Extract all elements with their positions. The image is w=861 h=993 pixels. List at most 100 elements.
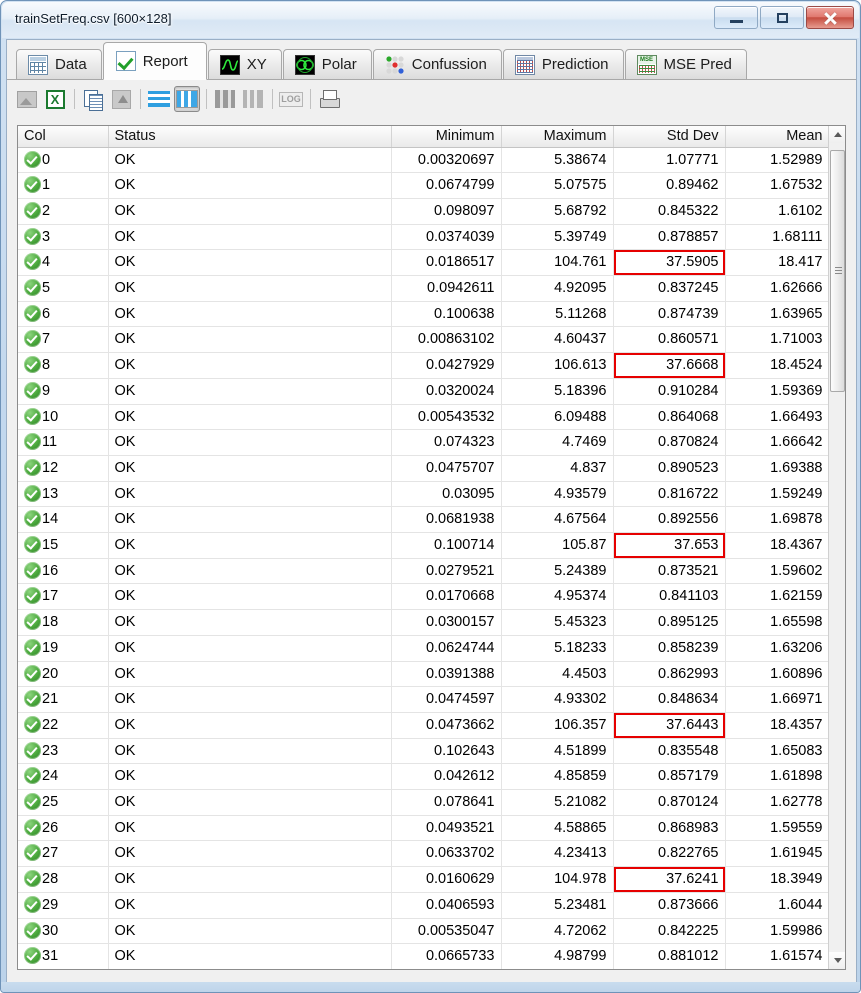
table-row[interactable]: 16 OK 0.0279521 5.24389 0.873521 1.59602 bbox=[18, 558, 829, 585]
table-row[interactable]: 20 OK 0.0391388 4.4503 0.862993 1.60896 bbox=[18, 661, 829, 688]
column-header-status[interactable]: Status bbox=[108, 126, 392, 148]
table-row[interactable]: 21 OK 0.0474597 4.93302 0.848634 1.66971 bbox=[18, 686, 829, 713]
tab-polar[interactable]: Polar bbox=[282, 49, 372, 80]
polar-plot-icon bbox=[294, 54, 315, 75]
table-row[interactable]: 10 OK 0.00543532 6.09488 0.864068 1.66493 bbox=[18, 404, 829, 431]
tab-xy[interactable]: XY bbox=[207, 49, 282, 80]
table-row[interactable]: 5 OK 0.0942611 4.92095 0.837245 1.62666 bbox=[18, 275, 829, 302]
title-bar[interactable]: trainSetFreq.csv [600×128] bbox=[1, 1, 860, 38]
cell-minimum: 0.0320024 bbox=[391, 378, 502, 405]
tab-data[interactable]: Data bbox=[16, 49, 102, 80]
table-row[interactable]: 9 OK 0.0320024 5.18396 0.910284 1.59369 bbox=[18, 378, 829, 405]
table-row[interactable]: 23 OK 0.102643 4.51899 0.835548 1.65083 bbox=[18, 738, 829, 765]
cell-minimum: 0.042612 bbox=[391, 763, 502, 791]
export-image-button[interactable] bbox=[14, 86, 40, 112]
table-row[interactable]: 17 OK 0.0170668 4.95374 0.841103 1.62159 bbox=[18, 583, 829, 611]
print-button[interactable] bbox=[316, 86, 342, 112]
cell-status: OK bbox=[108, 609, 392, 636]
column-header-maximum[interactable]: Maximum bbox=[501, 126, 614, 148]
cell-mean: 1.66642 bbox=[725, 429, 829, 456]
table-row[interactable]: 19 OK 0.0624744 5.18233 0.858239 1.63206 bbox=[18, 635, 829, 662]
table-row[interactable]: 30 OK 0.00535047 4.72062 0.842225 1.59986 bbox=[18, 918, 829, 945]
export-excel-button[interactable]: X bbox=[42, 86, 68, 112]
cell-maximum: 4.51899 bbox=[501, 738, 614, 765]
cell-minimum: 0.078641 bbox=[391, 789, 502, 816]
scroll-up-button[interactable] bbox=[829, 126, 845, 143]
paste-button[interactable] bbox=[108, 86, 134, 112]
column-header-col[interactable]: Col bbox=[18, 126, 109, 148]
cell-maximum: 5.18233 bbox=[501, 635, 614, 662]
table-row[interactable]: 22 OK 0.0473662 106.357 37.6443 18.4357 bbox=[18, 712, 829, 739]
cell-stddev: 0.870824 bbox=[613, 429, 726, 456]
green-check-icon bbox=[24, 715, 41, 733]
cell-col: 19 bbox=[18, 635, 109, 662]
table-row[interactable]: 18 OK 0.0300157 5.45323 0.895125 1.65598 bbox=[18, 609, 829, 636]
column-header-mean[interactable]: Mean bbox=[725, 126, 829, 148]
split-columns-icon bbox=[243, 90, 263, 108]
cell-stddev-text: 37.6668 bbox=[666, 357, 719, 374]
table-row[interactable]: 24 OK 0.042612 4.85859 0.857179 1.61898 bbox=[18, 763, 829, 791]
col-index-label: 7 bbox=[42, 331, 51, 348]
cell-status: OK bbox=[108, 275, 392, 302]
cell-maximum: 4.837 bbox=[501, 455, 614, 482]
cell-col: 26 bbox=[18, 815, 109, 842]
close-button[interactable] bbox=[806, 6, 854, 29]
scroll-down-button[interactable] bbox=[829, 952, 845, 969]
cell-minimum: 0.0681938 bbox=[391, 506, 502, 534]
tab-report[interactable]: Report bbox=[102, 42, 207, 80]
table-row[interactable]: 31 OK 0.0665733 4.98799 0.881012 1.61574 bbox=[18, 943, 829, 969]
table-row[interactable]: 4 OK 0.0186517 104.761 37.5905 18.417 bbox=[18, 249, 829, 277]
table-row[interactable]: 0 OK 0.00320697 5.38674 1.07771 1.52989 bbox=[18, 147, 829, 174]
cell-mean: 18.4524 bbox=[725, 352, 829, 379]
table-row[interactable]: 1 OK 0.0674799 5.07575 0.89462 1.67532 bbox=[18, 172, 829, 199]
table-row[interactable]: 6 OK 0.100638 5.11268 0.874739 1.63965 bbox=[18, 301, 829, 328]
cell-stddev: 1.07771 bbox=[613, 147, 726, 174]
table-row[interactable]: 25 OK 0.078641 5.21082 0.870124 1.62778 bbox=[18, 789, 829, 816]
table-row[interactable]: 29 OK 0.0406593 5.23481 0.873666 1.6044 bbox=[18, 892, 829, 919]
cell-status: OK bbox=[108, 404, 392, 431]
column-header-minimum[interactable]: Minimum bbox=[391, 126, 502, 148]
col-index-label: 23 bbox=[42, 742, 59, 759]
table-body: 0 OK 0.00320697 5.38674 1.07771 1.52989 1 OK 0.0… bbox=[18, 147, 829, 969]
table-row[interactable]: 2 OK 0.098097 5.68792 0.845322 1.6102 bbox=[18, 198, 829, 225]
view-columns-button[interactable] bbox=[174, 86, 200, 112]
cell-status: OK bbox=[108, 249, 392, 277]
table-row[interactable]: 12 OK 0.0475707 4.837 0.890523 1.69388 bbox=[18, 455, 829, 482]
split-columns-button[interactable] bbox=[240, 86, 266, 112]
cell-status: OK bbox=[108, 455, 392, 482]
log-scale-button[interactable]: LOG bbox=[278, 86, 304, 112]
minimize-button[interactable] bbox=[714, 6, 758, 29]
group-columns-button[interactable] bbox=[212, 86, 238, 112]
cell-stddev: 0.845322 bbox=[613, 198, 726, 225]
table-row[interactable]: 13 OK 0.03095 4.93579 0.816722 1.59249 bbox=[18, 481, 829, 508]
green-check-icon bbox=[24, 638, 41, 656]
table-row[interactable]: 8 OK 0.0427929 106.613 37.6668 18.4524 bbox=[18, 352, 829, 379]
maximize-button[interactable] bbox=[760, 6, 804, 29]
tab-mse-pred[interactable]: MSE Pred bbox=[624, 49, 747, 80]
table-row[interactable]: 28 OK 0.0160629 104.978 37.6241 18.3949 bbox=[18, 866, 829, 893]
tab-confussion[interactable]: Confussion bbox=[372, 49, 502, 80]
cell-status: OK bbox=[108, 840, 392, 868]
cell-stddev: 0.878857 bbox=[613, 224, 726, 251]
col-index-label: 1 bbox=[42, 177, 51, 194]
col-index-label: 14 bbox=[42, 511, 59, 528]
cell-col: 14 bbox=[18, 506, 109, 534]
table-row[interactable]: 27 OK 0.0633702 4.23413 0.822765 1.61945 bbox=[18, 840, 829, 868]
view-rows-button[interactable] bbox=[146, 86, 172, 112]
copy-button[interactable] bbox=[80, 86, 106, 112]
col-index-label: 15 bbox=[42, 537, 59, 554]
table-row[interactable]: 14 OK 0.0681938 4.67564 0.892556 1.69878 bbox=[18, 506, 829, 534]
cell-mean: 1.62666 bbox=[725, 275, 829, 302]
column-header-stddev[interactable]: Std Dev bbox=[613, 126, 726, 148]
table-row[interactable]: 3 OK 0.0374039 5.39749 0.878857 1.68111 bbox=[18, 224, 829, 251]
scroll-thumb[interactable] bbox=[830, 150, 845, 392]
table-row[interactable]: 11 OK 0.074323 4.7469 0.870824 1.66642 bbox=[18, 429, 829, 456]
table-row[interactable]: 7 OK 0.00863102 4.60437 0.860571 1.71003 bbox=[18, 326, 829, 354]
table-row[interactable]: 26 OK 0.0493521 4.58865 0.868983 1.59559 bbox=[18, 815, 829, 842]
table-row[interactable]: 15 OK 0.100714 105.87 37.653 18.4367 bbox=[18, 532, 829, 559]
vertical-scrollbar[interactable] bbox=[828, 126, 845, 969]
cell-stddev-text: 37.5905 bbox=[666, 254, 719, 271]
tab-prediction[interactable]: Prediction bbox=[502, 49, 624, 80]
cell-mean: 1.59602 bbox=[725, 558, 829, 585]
cell-stddev: 0.862993 bbox=[613, 661, 726, 688]
